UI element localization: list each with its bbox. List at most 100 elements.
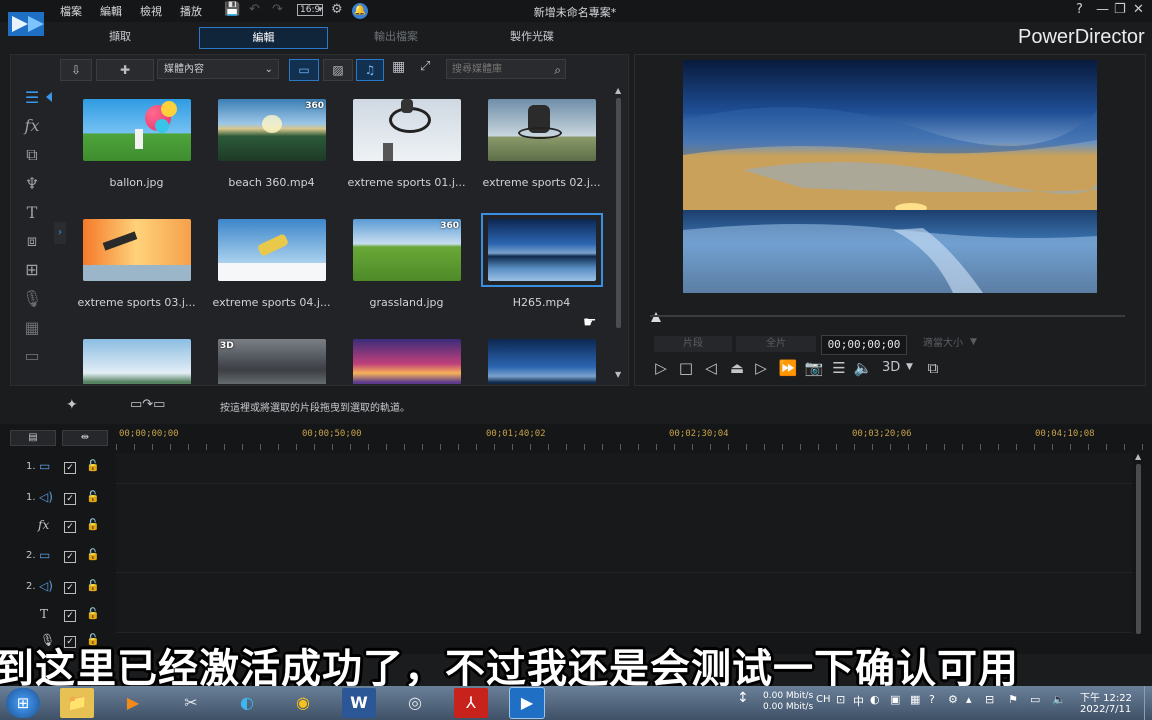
expand-panel-button[interactable]: › xyxy=(54,222,66,244)
media-item[interactable] xyxy=(79,336,195,384)
lock-icon[interactable]: 🔓 xyxy=(86,579,100,592)
fx-room-icon[interactable]: fx xyxy=(22,116,42,136)
save-icon[interactable]: 💾 xyxy=(224,2,240,17)
fast-forward-icon[interactable]: ⏩ xyxy=(778,359,798,377)
track-enable-checkbox[interactable]: ✓ xyxy=(64,462,76,474)
filter-audio-icon[interactable]: ♫ xyxy=(356,59,384,81)
filter-image-icon[interactable]: ▨ xyxy=(323,59,353,81)
media-item[interactable]: 3D xyxy=(214,336,330,384)
track-lane[interactable] xyxy=(116,573,1132,604)
media-item[interactable] xyxy=(214,216,330,284)
clock-date[interactable]: 2022/7/11 xyxy=(1080,704,1131,715)
plugins-icon[interactable]: ✚ xyxy=(96,59,154,81)
pip-room-icon[interactable]: ⧉ xyxy=(22,145,42,165)
audio-mixing-room-icon[interactable]: ⊞ xyxy=(22,260,42,280)
search-icon[interactable]: ⌕ xyxy=(554,60,561,80)
tray-app-icon[interactable]: ⊟ xyxy=(985,693,994,706)
file-explorer-icon[interactable]: 📁 xyxy=(60,688,94,718)
media-room-icon[interactable]: ☰ xyxy=(22,88,42,108)
media-content-dropdown[interactable]: 媒體內容 ⌄ xyxy=(157,59,279,79)
track-enable-checkbox[interactable]: ✓ xyxy=(64,610,76,622)
media-item[interactable] xyxy=(349,96,465,164)
show-hidden-icons-icon[interactable]: ▴ xyxy=(966,693,972,706)
tab-capture[interactable]: 擷取 xyxy=(60,27,180,47)
restore-button[interactable]: ❐ xyxy=(1114,2,1126,17)
view-mode-icon[interactable]: ▦ xyxy=(392,59,405,75)
lock-icon[interactable]: 🔓 xyxy=(86,607,100,620)
scroll-down-icon[interactable]: ▼ xyxy=(615,370,621,379)
3d-mode-button[interactable]: 3D xyxy=(882,360,900,375)
media-player-icon[interactable]: ▶ xyxy=(116,688,150,718)
media-item[interactable]: 360 xyxy=(214,96,330,164)
menu-file[interactable]: 檔案 xyxy=(60,3,82,19)
tab-create-disc[interactable]: 製作光碟 xyxy=(472,27,592,47)
search-library[interactable]: ⌕ xyxy=(446,59,566,79)
subtitle-room-icon[interactable]: ▭ xyxy=(22,346,42,366)
volume-tray-icon[interactable]: 🔈 xyxy=(1052,693,1066,706)
track-enable-checkbox[interactable]: ✓ xyxy=(64,493,76,505)
menu-playback[interactable]: 播放 xyxy=(180,3,202,19)
ime-toolbar-icon[interactable]: ▣ xyxy=(890,693,900,706)
media-item[interactable] xyxy=(349,336,465,384)
word-icon[interactable]: W xyxy=(342,688,376,718)
magic-tools-icon[interactable]: ✦ xyxy=(66,397,78,413)
insert-to-track-icon[interactable]: ▭↷▭ xyxy=(130,397,165,412)
filter-video-icon[interactable]: ▭ xyxy=(289,59,319,81)
lock-icon[interactable]: 🔓 xyxy=(86,490,100,503)
previous-frame-icon[interactable]: ◁ xyxy=(701,359,721,377)
menu-edit[interactable]: 編輯 xyxy=(100,3,122,19)
play-icon[interactable]: ▷ xyxy=(651,359,671,377)
transition-room-icon[interactable]: ⧈ xyxy=(22,231,42,251)
track-manager-icon[interactable]: ▤ xyxy=(10,430,56,446)
chevron-down-icon[interactable]: ▾ xyxy=(318,5,323,15)
media-item-selected[interactable] xyxy=(481,213,603,287)
playhead-slider-handle[interactable] xyxy=(651,312,661,322)
clip-mode-button[interactable]: 片段 xyxy=(654,336,732,352)
search-input[interactable] xyxy=(450,63,544,76)
minimize-button[interactable]: — xyxy=(1096,2,1109,17)
particle-room-icon[interactable]: ♆ xyxy=(22,174,42,194)
tab-edit[interactable]: 編輯 xyxy=(199,27,328,49)
media-item[interactable] xyxy=(79,96,195,164)
subtitle-toggle-icon[interactable]: ☰ xyxy=(829,359,849,377)
help-button[interactable]: ? xyxy=(1076,2,1083,17)
scrollbar-thumb[interactable] xyxy=(1136,464,1141,634)
clock-time[interactable]: 下午 12:22 xyxy=(1080,689,1132,704)
lock-icon[interactable]: 🔓 xyxy=(86,459,100,472)
gear-icon[interactable]: ⚙ xyxy=(331,2,343,17)
volume-icon[interactable]: 🔈 xyxy=(853,359,873,377)
edge-browser-icon[interactable]: ◐ xyxy=(230,688,264,718)
chevron-down-icon[interactable]: ▼ xyxy=(906,362,913,372)
split-icon[interactable]: ⏏ xyxy=(727,359,747,377)
menu-view[interactable]: 檢視 xyxy=(140,3,162,19)
ime-settings-icon[interactable]: ▦ xyxy=(910,693,920,706)
chevron-down-icon[interactable]: ▼ xyxy=(970,337,977,347)
scroll-up-icon[interactable]: ▲ xyxy=(615,86,621,95)
undo-icon[interactable]: ↶ xyxy=(249,2,260,17)
preview-scrub-bar[interactable] xyxy=(650,315,1125,317)
start-button-icon[interactable]: ⊞ xyxy=(6,688,40,718)
track-enable-checkbox[interactable]: ✓ xyxy=(64,551,76,563)
close-button[interactable]: ✕ xyxy=(1133,2,1144,17)
snipping-tool-icon[interactable]: ✂ xyxy=(174,688,208,718)
redo-icon[interactable]: ↷ xyxy=(272,2,283,17)
media-item[interactable]: 360 xyxy=(349,216,465,284)
ime-mode[interactable]: 中 xyxy=(853,693,864,709)
next-frame-icon[interactable]: ▷ xyxy=(751,359,771,377)
tab-produce[interactable]: 輸出檔案 xyxy=(336,27,456,47)
expand-library-icon[interactable]: ⤢ xyxy=(420,59,430,74)
voice-over-room-icon[interactable]: 🎙 xyxy=(22,289,42,309)
lock-icon[interactable]: 🔓 xyxy=(86,518,100,531)
media-item[interactable] xyxy=(484,96,600,164)
track-lane[interactable] xyxy=(116,484,1132,515)
scroll-up-icon[interactable]: ▲ xyxy=(1135,452,1141,461)
track-lane[interactable] xyxy=(116,602,1132,633)
chrome-browser-icon[interactable]: ◉ xyxy=(286,688,320,718)
chapter-room-icon[interactable]: ▦ xyxy=(22,318,42,338)
library-scrollbar[interactable]: ▲ ▼ xyxy=(614,86,622,382)
media-item[interactable] xyxy=(484,336,600,384)
track-lane[interactable] xyxy=(116,513,1132,544)
lock-icon[interactable]: 🔓 xyxy=(86,548,100,561)
media-item[interactable] xyxy=(79,216,195,284)
acrobat-icon[interactable]: ⅄ xyxy=(454,688,488,718)
